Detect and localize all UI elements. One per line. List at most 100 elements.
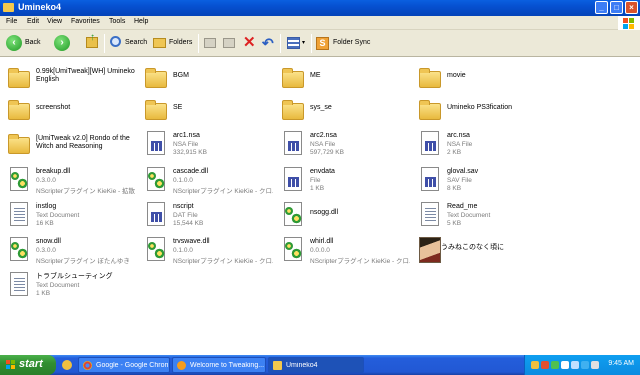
delete-button[interactable]: ✕ — [242, 34, 256, 53]
portrait-image-icon — [419, 237, 441, 263]
dll-file-icon — [8, 167, 30, 193]
list-item[interactable]: trvswave.dll 0.1.0.0 NScripterプラグイン KieK… — [137, 235, 273, 269]
file-list: 0.99k[UmiTweak][WH] Umineko English BGM … — [0, 57, 640, 355]
text-document-icon — [419, 202, 441, 228]
list-item[interactable]: nscript DAT File 15,544 KB — [137, 200, 272, 234]
undo-button[interactable]: ↶ — [261, 34, 275, 53]
menu-tools[interactable]: Tools — [109, 18, 125, 25]
back-button[interactable]: ‹ Back — [4, 34, 50, 53]
list-item[interactable]: うみねこのなく頃に — [411, 235, 546, 269]
taskbar-item-umineko4[interactable]: Umineko4 — [268, 357, 364, 373]
folder-sync-button[interactable]: S Folder Sync — [315, 34, 375, 53]
dll-file-icon — [282, 237, 304, 263]
taskbar: start Google - Google Chrome Welcome to … — [0, 355, 640, 375]
up-folder-button[interactable]: ↑ — [84, 33, 100, 53]
tray-icon[interactable] — [561, 361, 569, 369]
chrome-icon — [83, 361, 92, 370]
list-item[interactable]: BGM — [137, 63, 272, 97]
list-item[interactable]: SE — [137, 95, 272, 129]
list-item[interactable]: 0.99k[UmiTweak][WH] Umineko English — [0, 63, 135, 97]
speaker-icon[interactable] — [591, 361, 599, 369]
list-item[interactable]: cascade.dll 0.1.0.0 NScripterプラグイン KieKi… — [137, 165, 273, 199]
folder-sync-icon: S — [316, 37, 329, 50]
delete-x-icon: ✕ — [243, 34, 256, 51]
menu-bar: File Edit View Favorites Tools Help — [0, 16, 640, 30]
taskbar-item-browser[interactable]: Welcome to Tweaking... — [172, 357, 266, 373]
folder-icon — [419, 65, 441, 91]
nsa-file-icon — [145, 131, 167, 157]
browser-icon — [177, 361, 186, 370]
copy-to-icon — [223, 38, 235, 48]
tray-icon[interactable] — [571, 361, 579, 369]
windows-logo-icon — [618, 16, 640, 30]
text-document-icon — [8, 202, 30, 228]
maximize-button[interactable]: □ — [610, 1, 623, 14]
menu-favorites[interactable]: Favorites — [71, 18, 100, 25]
copy-to-button[interactable] — [222, 34, 236, 53]
tray-icon[interactable] — [541, 361, 549, 369]
chevron-down-icon: ▾ — [302, 40, 306, 46]
list-item[interactable]: ME — [274, 63, 409, 97]
tray-icon[interactable] — [531, 361, 539, 369]
folder-icon — [419, 97, 441, 123]
windows-flag-icon — [6, 360, 16, 370]
clock[interactable]: 9:45 AM — [608, 360, 634, 367]
menu-help[interactable]: Help — [134, 18, 148, 25]
menu-file[interactable]: File — [6, 18, 17, 25]
views-icon — [287, 37, 300, 49]
minimize-button[interactable]: _ — [595, 1, 608, 14]
list-item[interactable]: movie — [411, 63, 546, 97]
window-title: Umineko4 — [18, 2, 62, 12]
quick-launch-icon[interactable] — [62, 360, 72, 370]
generic-file-icon — [282, 167, 304, 193]
text-document-icon — [8, 272, 30, 298]
folder-icon — [8, 131, 30, 157]
search-icon — [110, 36, 121, 47]
list-item[interactable]: arc2.nsa NSA File 597,729 KB — [274, 129, 409, 163]
folder-icon — [145, 97, 167, 123]
folder-icon — [273, 361, 282, 370]
list-item[interactable]: arc1.nsa NSA File 332,915 KB — [137, 129, 272, 163]
forward-arrow-icon: › — [54, 35, 70, 51]
title-bar[interactable]: Umineko4 _ □ × — [0, 0, 640, 16]
folder-icon — [145, 65, 167, 91]
dat-file-icon — [145, 202, 167, 228]
taskbar-item-chrome[interactable]: Google - Google Chrome — [78, 357, 170, 373]
list-item[interactable]: Read_me Text Document 5 KB — [411, 200, 546, 234]
system-tray: 9:45 AM — [524, 355, 640, 375]
move-to-button[interactable] — [203, 34, 217, 53]
dll-file-icon — [145, 237, 167, 263]
list-item[interactable]: [UmiTweak v2.0] Rondo of the Witch and R… — [0, 129, 135, 163]
close-button[interactable]: × — [625, 1, 638, 14]
tray-icon[interactable] — [581, 361, 589, 369]
folders-button[interactable]: Folders — [151, 34, 195, 53]
move-to-icon — [204, 38, 216, 48]
dll-file-icon — [282, 202, 304, 228]
back-arrow-icon: ‹ — [6, 35, 22, 51]
menu-view[interactable]: View — [47, 18, 62, 25]
folders-icon — [153, 38, 166, 48]
list-item[interactable]: Umineko PS3fication — [411, 95, 546, 129]
folder-icon — [282, 65, 304, 91]
undo-icon: ↶ — [262, 35, 274, 51]
list-item[interactable]: envdata File 1 KB — [274, 165, 409, 199]
list-item[interactable]: whirl.dll 0.0.0.0 NScripterプラグイン KieKie … — [274, 235, 410, 269]
list-item[interactable]: sys_se — [274, 95, 409, 129]
list-item[interactable]: トラブルシューティング Text Document 1 KB — [0, 270, 135, 304]
folder-icon — [8, 97, 30, 123]
list-item[interactable]: screenshot — [0, 95, 135, 129]
toolbar-separator — [198, 34, 199, 53]
start-button[interactable]: start — [0, 355, 56, 375]
list-item[interactable]: arc.nsa NSA File 2 KB — [411, 129, 546, 163]
list-item[interactable]: gloval.sav SAV File 8 KB — [411, 165, 546, 199]
forward-button[interactable]: › — [52, 34, 72, 53]
list-item[interactable]: instlog Text Document 16 KB — [0, 200, 135, 234]
list-item[interactable]: snow.dll 0.3.0.0 NScripterプラグイン ぼたんゆき — [0, 235, 135, 269]
list-item[interactable]: breakup.dll 0.3.0.0 NScripterプラグイン KieKi… — [0, 165, 135, 199]
list-item[interactable]: nsogg.dll — [274, 200, 409, 234]
views-button[interactable]: ▾ — [285, 34, 309, 53]
toolbar: ‹ Back › ↑ Search Folders ✕ ↶ ▾ S Folder… — [0, 30, 640, 57]
menu-edit[interactable]: Edit — [27, 18, 39, 25]
search-button[interactable]: Search — [108, 34, 148, 53]
tray-icon[interactable] — [551, 361, 559, 369]
